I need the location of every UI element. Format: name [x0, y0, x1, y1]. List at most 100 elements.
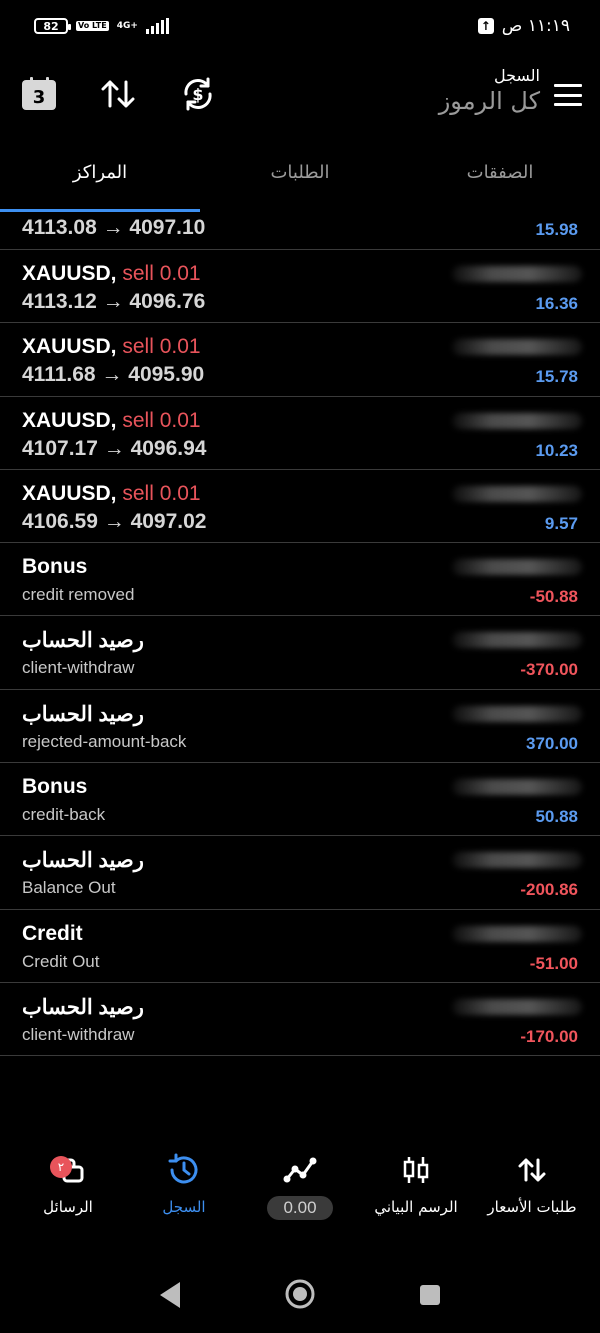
row-title: رصيد الحساب — [22, 702, 144, 727]
currency-refresh-icon: $ — [184, 77, 212, 111]
row-amount: 370.00 — [526, 733, 578, 753]
menu-button[interactable] — [554, 84, 582, 106]
history-row[interactable]: Credit Credit Out -51.00 — [0, 910, 600, 983]
header-title[interactable]: السجل كل الرموز — [439, 66, 540, 115]
history-row[interactable]: رصيد الحساب client-withdraw -170.00 — [0, 983, 600, 1057]
row-price-change: 4111.68 → 4095.90 — [22, 363, 205, 387]
home-button[interactable] — [284, 1278, 316, 1314]
history-row[interactable]: رصيد الحساب Balance Out -200.86 — [0, 836, 600, 910]
redacted-timestamp — [452, 559, 582, 576]
row-symbol: XAUUSD, — [22, 262, 117, 285]
tab-deals[interactable]: الصفقات — [400, 150, 600, 212]
redacted-timestamp — [452, 339, 582, 356]
history-row[interactable]: XAUUSD, sell 0.01 4113.12 → 4096.76 16.36 — [0, 250, 600, 324]
row-amount: 50.88 — [535, 807, 578, 827]
row-price-change: 4113.12 → 4096.76 — [22, 290, 206, 313]
row-title: رصيد الحساب — [22, 995, 144, 1020]
signal-icon — [145, 18, 169, 34]
quotes-icon — [472, 1150, 592, 1190]
calendar-icon: 3 — [22, 80, 56, 110]
nav-chart-label: الرسم البياني — [374, 1198, 458, 1216]
clock: ١١:١٩ ص — [501, 16, 570, 36]
row-amount: 15.78 — [535, 367, 578, 387]
calendar-day: 3 — [32, 86, 46, 108]
tab-bar: المراكز الطلبات الصفقات — [0, 150, 600, 212]
row-side: sell 0.01 — [122, 335, 201, 359]
redacted-timestamp — [452, 852, 582, 869]
row-price-change: 4107.17 → 4096.94 — [22, 436, 207, 460]
nav-quotes-label: طلبات الأسعار — [487, 1198, 577, 1216]
redacted-timestamp — [452, 779, 582, 796]
row-amount: -51.00 — [529, 953, 578, 973]
nav-trade[interactable]: 0.00 — [240, 1150, 360, 1220]
history-icon — [124, 1150, 244, 1190]
row-title: Credit — [22, 922, 83, 946]
row-symbol: رصيد الحساب — [22, 629, 144, 653]
row-symbol: رصيد الحساب — [22, 995, 144, 1019]
row-amount: 15.98 — [535, 220, 578, 239]
redacted-timestamp — [452, 998, 582, 1015]
back-triangle-icon — [160, 1282, 180, 1308]
messages-badge: ٢ — [50, 1156, 72, 1178]
row-amount: 10.23 — [535, 440, 578, 460]
row-amount: -370.00 — [520, 660, 578, 680]
nav-history[interactable]: السجل — [124, 1150, 244, 1216]
row-side: sell 0.01 — [122, 262, 201, 285]
volte-icon: Vo LTE — [76, 21, 109, 31]
recents-button[interactable] — [419, 1284, 441, 1310]
menu-icon-line — [554, 103, 582, 106]
upload-icon: ↑ — [477, 18, 494, 34]
nav-history-label: السجل — [162, 1198, 206, 1216]
redacted-timestamp — [452, 266, 582, 282]
row-comment: credit removed — [22, 585, 135, 605]
recents-square-icon — [420, 1285, 440, 1305]
row-symbol: رصيد الحساب — [22, 849, 144, 873]
row-amount: -170.00 — [520, 1026, 578, 1046]
row-side: sell 0.01 — [122, 408, 201, 432]
svg-text:$: $ — [192, 85, 203, 104]
row-symbol: XAUUSD, — [22, 481, 117, 505]
redacted-timestamp — [452, 705, 582, 722]
tab-positions[interactable]: المراكز — [0, 150, 200, 212]
balance-pill: 0.00 — [267, 1196, 333, 1220]
row-amount: 9.57 — [544, 513, 578, 533]
currency-refresh-button[interactable]: $ — [178, 74, 218, 114]
history-row[interactable]: Bonus credit removed -50.88 — [0, 543, 600, 617]
row-comment: Credit Out — [22, 951, 100, 971]
row-comment: rejected-amount-back — [22, 731, 187, 751]
symbol-filter: كل الرموز — [438, 87, 540, 115]
back-button[interactable] — [158, 1280, 182, 1314]
row-comment: client-withdraw — [22, 1024, 135, 1044]
nav-chart[interactable]: الرسم البياني — [356, 1150, 476, 1216]
history-row[interactable]: رصيد الحساب rejected-amount-back 370.00 — [0, 690, 600, 764]
calendar-button[interactable]: 3 — [20, 74, 60, 114]
bottom-nav: ٢ الرسائل السجل 0.00 الرسم البياني طلبات… — [0, 1150, 600, 1240]
history-row[interactable]: رصيد الحساب client-withdraw -370.00 — [0, 616, 600, 690]
redacted-timestamp — [452, 925, 582, 942]
nav-messages[interactable]: ٢ الرسائل — [8, 1150, 128, 1216]
sort-button[interactable] — [98, 74, 138, 114]
trend-icon — [240, 1150, 360, 1190]
redacted-timestamp — [452, 412, 582, 429]
history-row[interactable]: Bonus credit-back 50.88 — [0, 763, 600, 837]
history-list: 4113.08 → 4097.10 15.98 XAUUSD, sell 0.01 4… — [0, 212, 600, 1057]
history-row[interactable]: XAUUSD, sell 0.01 4111.68 → 4095.90 15.78 — [0, 323, 600, 397]
row-title: Bonus — [22, 555, 87, 579]
row-title: XAUUSD, sell 0.01 — [22, 262, 201, 286]
history-row[interactable]: XAUUSD, sell 0.01 4106.59 → 4097.02 9.57 — [0, 470, 600, 544]
row-amount: -50.88 — [529, 587, 578, 607]
nav-quotes[interactable]: طلبات الأسعار — [472, 1150, 592, 1216]
row-symbol: رصيد الحساب — [22, 702, 144, 726]
row-title: XAUUSD, sell 0.01 — [22, 482, 201, 506]
history-row[interactable]: XAUUSD, sell 0.01 4107.17 → 4096.94 10.23 — [0, 397, 600, 470]
tab-orders[interactable]: الطلبات — [200, 150, 400, 212]
status-left: 82 Vo LTE 4G+ — [34, 18, 169, 34]
row-amount: 16.36 — [535, 294, 578, 313]
network-type: 4G+ — [116, 20, 138, 31]
row-symbol: Bonus — [22, 775, 88, 799]
top-header: 3 $ السجل كل الرموز — [0, 58, 600, 138]
history-row[interactable]: 4113.08 → 4097.10 15.98 — [0, 212, 600, 250]
menu-icon-line — [554, 84, 582, 87]
battery-icon: 82 — [34, 18, 71, 34]
row-symbol: Credit — [22, 921, 83, 945]
